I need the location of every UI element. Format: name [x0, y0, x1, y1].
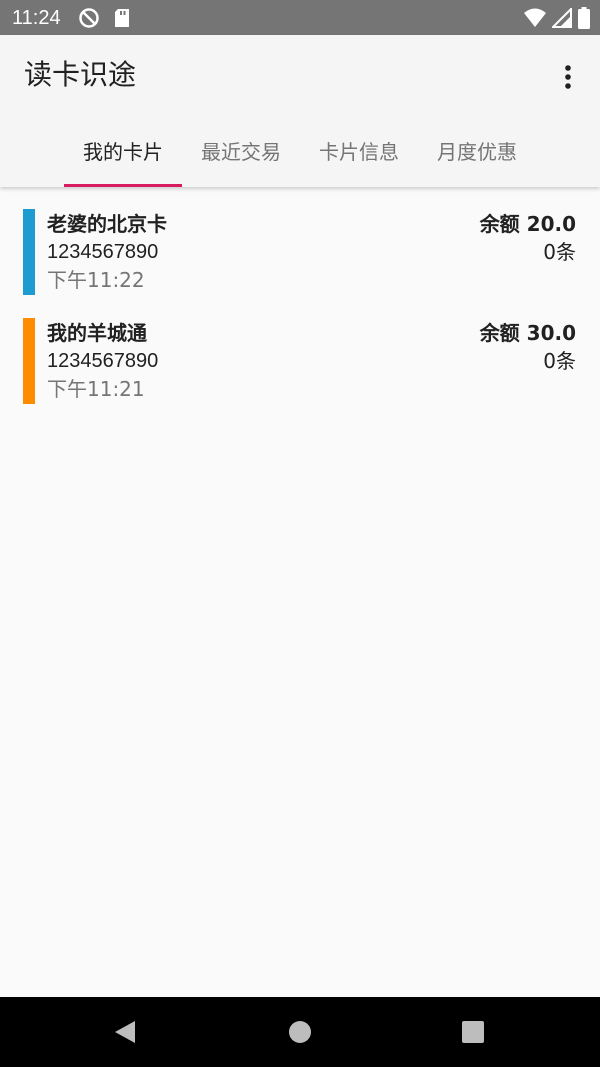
tab-indicator: [64, 184, 182, 187]
tab-label: 我的卡片: [83, 140, 163, 164]
battery-icon: [578, 7, 590, 33]
card-record-count: 0条: [543, 240, 576, 264]
sd-card-icon: [113, 7, 131, 33]
card-name: 我的羊城通: [47, 321, 147, 345]
card-time: 下午11:21: [47, 377, 145, 401]
recents-icon[interactable]: [461, 1020, 485, 1048]
card-record-count: 0条: [543, 349, 576, 373]
card-number: 1234567890: [47, 350, 159, 372]
card-number: 1234567890: [47, 241, 159, 263]
tab-my-cards[interactable]: 我的卡片: [64, 127, 182, 187]
tab-card-info[interactable]: 卡片信息: [300, 127, 418, 187]
tab-label: 最近交易: [201, 140, 281, 164]
wifi-icon: [524, 8, 546, 32]
card-balance: 余额 30.0: [479, 321, 576, 345]
tab-label: 卡片信息: [319, 140, 399, 164]
card-balance: 余额 20.0: [479, 212, 576, 236]
card-item[interactable]: 老婆的北京卡 1234567890 下午11:22 余额 20.0 0条: [0, 209, 600, 295]
do-not-disturb-icon: [78, 7, 100, 33]
tab-recent-transactions[interactable]: 最近交易: [182, 127, 300, 187]
signal-icon: [550, 6, 572, 32]
tab-bar: 我的卡片 最近交易 卡片信息 月度优惠: [64, 127, 536, 187]
card-color-bar: [23, 318, 35, 404]
status-time: 11:24: [12, 7, 61, 29]
card-item[interactable]: 我的羊城通 1234567890 下午11:21 余额 30.0 0条: [0, 318, 600, 404]
tab-monthly-offers[interactable]: 月度优惠: [418, 127, 536, 187]
card-time: 下午11:22: [47, 268, 145, 292]
back-icon[interactable]: [113, 1020, 137, 1048]
tab-label: 月度优惠: [437, 140, 517, 164]
status-bar: 11:24: [0, 0, 600, 35]
home-icon[interactable]: [288, 1020, 312, 1048]
more-vert-icon[interactable]: [556, 63, 580, 91]
card-color-bar: [23, 209, 35, 295]
card-name: 老婆的北京卡: [47, 212, 167, 236]
app-bar: 读卡识途 我的卡片 最近交易 卡片信息 月度优惠: [0, 35, 600, 187]
app-title: 读卡识途: [24, 58, 137, 91]
navigation-bar: [0, 997, 600, 1067]
